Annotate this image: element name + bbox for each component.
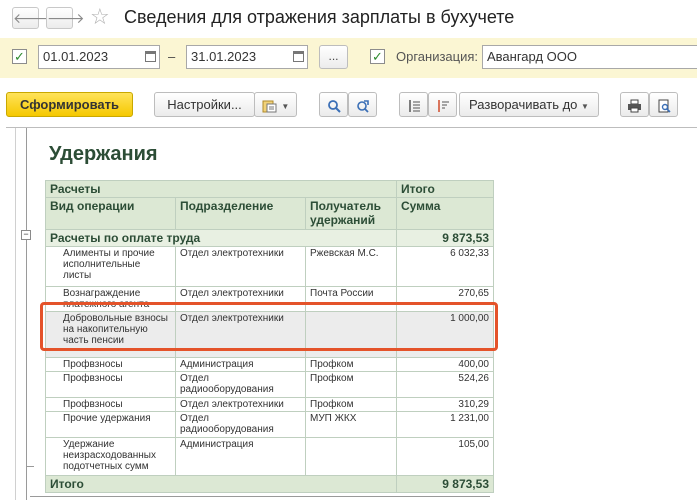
total-sum: 9 873,53 [396, 475, 494, 493]
organization-field[interactable]: Авангард ООО [482, 45, 697, 69]
group-tree-line [26, 240, 27, 466]
row-operation: Профвзносы [45, 357, 176, 372]
expand-to-button[interactable]: Разворачивать до ▼ [459, 92, 599, 117]
table-row[interactable]: Прочие удержания Отдел радиооборудования… [45, 411, 494, 438]
settings-button[interactable]: Настройки... [154, 92, 255, 117]
table-row[interactable]: Профвзносы Отдел радиооборудования Профк… [45, 371, 494, 398]
header-group-total: Итого [396, 180, 494, 198]
row-recipient: Профком [305, 357, 397, 372]
total-row[interactable]: Итого 9 873,53 [45, 475, 494, 493]
title-bar: 🡐 🡒 ☆ Сведения для отражения зарплаты в … [0, 0, 697, 36]
row-department: Отдел радиооборудования [175, 411, 306, 438]
chevron-down-icon: ▼ [281, 102, 290, 111]
back-button[interactable]: 🡐 [12, 7, 51, 29]
row-recipient: МУП ЖКХ [305, 411, 397, 438]
chevron-down-icon: ▼ [581, 102, 589, 111]
row-department: Администрация [175, 437, 306, 476]
print-button[interactable] [620, 92, 649, 117]
arrow-right-icon: 🡒 [47, 10, 85, 26]
header-department: Подразделение [175, 197, 306, 230]
sort-ascending-button[interactable] [399, 92, 428, 117]
print-preview-button[interactable] [649, 92, 678, 117]
row-recipient [305, 437, 397, 476]
search-button[interactable] [319, 92, 348, 117]
period-dash: – [168, 49, 176, 64]
table-row[interactable]: Профвзносы Отдел электротехники Профком … [45, 397, 494, 412]
forward-button[interactable]: 🡒 [46, 7, 85, 29]
row-sum: 310,29 [396, 397, 494, 412]
group-sum: 9 873,53 [396, 229, 494, 247]
find-next-button[interactable] [348, 92, 377, 117]
row-recipient: Профком [305, 397, 397, 412]
header-operation: Вид операции [45, 197, 176, 230]
row-operation: Профвзносы [45, 371, 176, 398]
sort-ascending-icon [407, 99, 421, 113]
row-sum: 1 231,00 [396, 411, 494, 438]
printer-icon [627, 99, 642, 113]
row-operation: Удержание неизрасходованных подотчетных … [45, 437, 176, 476]
sort-descending-button[interactable] [428, 92, 457, 117]
row-recipient: Ржевская М.С. [305, 246, 397, 287]
report-heading: Удержания [49, 143, 158, 165]
period-checkbox[interactable]: ✓ [12, 49, 27, 64]
date-to-value: 31.01.2023 [191, 49, 257, 64]
date-to-field[interactable]: 31.01.2023 [186, 45, 308, 69]
row-sum: 6 032,33 [396, 246, 494, 287]
calendar-icon[interactable] [293, 51, 304, 62]
table-row[interactable]: Удержание неизрасходованных подотчетных … [45, 437, 494, 476]
row-department: Отдел радиооборудования [175, 371, 306, 398]
date-from-value: 01.01.2023 [43, 49, 109, 64]
row-recipient: Профком [305, 371, 397, 398]
row-sum: 105,00 [396, 437, 494, 476]
page-title: Сведения для отражения зарплаты в бухуче… [124, 7, 515, 27]
sort-descending-icon [436, 99, 450, 113]
row-sum: 524,26 [396, 371, 494, 398]
row-operation: Алименты и прочие исполнительные листы [45, 246, 176, 287]
header-recipient: Получатель удержаний [305, 197, 397, 230]
header-sum: Сумма [396, 197, 494, 230]
header-group-calc: Расчеты [45, 180, 397, 198]
header-row-groups: Расчеты Итого [45, 180, 494, 198]
print-preview-icon [657, 99, 671, 113]
date-from-field[interactable]: 01.01.2023 [38, 45, 160, 69]
expand-to-label: Разворачивать до [469, 97, 578, 112]
search-icon [327, 99, 341, 113]
row-operation: Прочие удержания [45, 411, 176, 438]
collapse-group-icon[interactable]: − [21, 230, 31, 240]
refresh-search-icon [356, 99, 370, 113]
row-department: Администрация [175, 357, 306, 372]
organization-checkbox[interactable]: ✓ [370, 49, 385, 64]
group-tree-end [26, 466, 34, 467]
star-icon[interactable]: ☆ [90, 5, 110, 29]
highlight-annotation [40, 302, 498, 351]
select-period-button[interactable]: ... [319, 45, 348, 69]
arrow-left-icon: 🡐 [13, 10, 51, 26]
group-label: Расчеты по оплате труда [45, 229, 397, 247]
row-operation: Профвзносы [45, 397, 176, 412]
header-row-columns: Вид операции Подразделение Получатель уд… [45, 197, 494, 230]
table-row[interactable]: Профвзносы Администрация Профком 400,00 [45, 357, 494, 372]
variants-button[interactable]: ▼ [254, 92, 297, 117]
group-row[interactable]: Расчеты по оплате труда 9 873,53 [45, 229, 494, 247]
row-sum: 400,00 [396, 357, 494, 372]
calendar-icon[interactable] [145, 51, 156, 62]
table-row[interactable]: Алименты и прочие исполнительные листы О… [45, 246, 494, 287]
row-department: Отдел электротехники [175, 246, 306, 287]
row-department: Отдел электротехники [175, 397, 306, 412]
report-variant-icon [262, 99, 278, 113]
organization-label: Организация: [396, 49, 479, 64]
report-bottom-border [30, 496, 490, 497]
gutter-divider [15, 128, 16, 500]
total-label: Итого [45, 475, 397, 493]
generate-button[interactable]: Сформировать [6, 92, 133, 117]
